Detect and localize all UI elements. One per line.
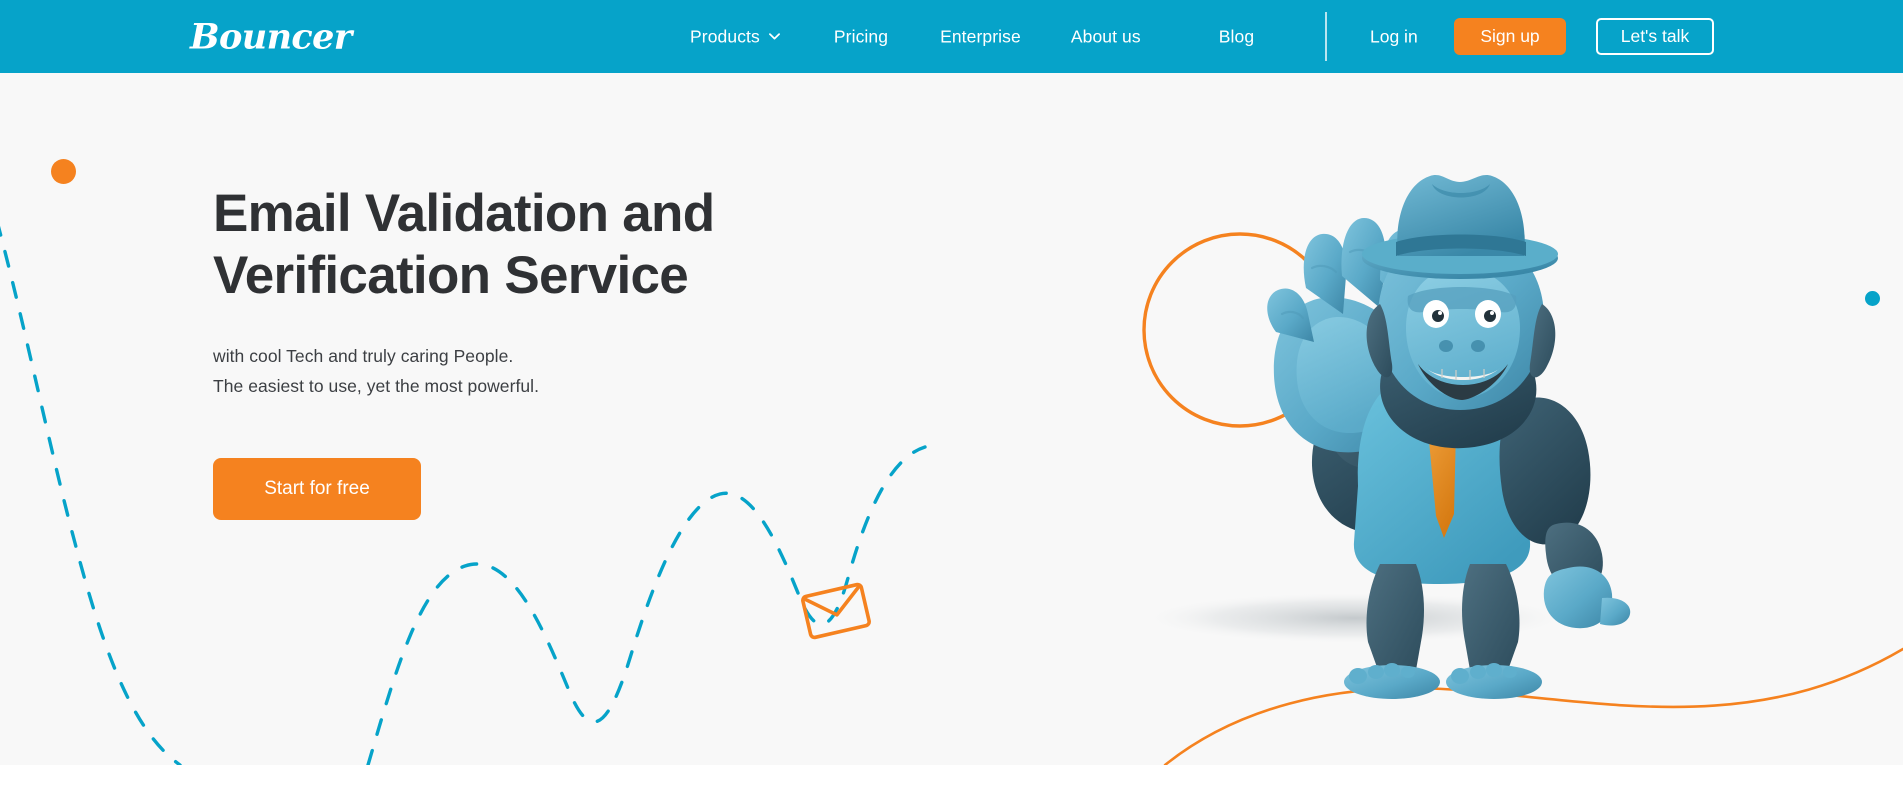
chevron-down-icon bbox=[768, 32, 780, 43]
lets-talk-button[interactable]: Let's talk bbox=[1596, 18, 1714, 55]
nav-item-pricing[interactable]: Pricing bbox=[834, 26, 888, 47]
cyan-dashed-wave bbox=[366, 445, 927, 765]
cyan-dashed-curve bbox=[0, 225, 182, 765]
start-for-free-button[interactable]: Start for free bbox=[213, 458, 421, 520]
envelope-icon bbox=[801, 582, 871, 640]
nav-item-products[interactable]: Products bbox=[690, 26, 780, 47]
hero-subtitle-line-2: The easiest to use, yet the most powerfu… bbox=[213, 376, 540, 397]
headline-line-1: Email Validation and bbox=[213, 184, 715, 243]
landing-page: Bouncer Products Pricing Enterprise Abou… bbox=[0, 0, 1903, 796]
orange-dot bbox=[51, 159, 76, 184]
nav-item-pricing-label: Pricing bbox=[833, 26, 889, 46]
cyan-dot bbox=[1865, 291, 1880, 306]
headline-line-2: Verification Service bbox=[213, 246, 689, 305]
brand-logo[interactable]: Bouncer bbox=[190, 19, 352, 54]
main-nav-links: Products Pricing Enterprise About us Blo… bbox=[690, 26, 1254, 47]
nav-item-products-label: Products bbox=[690, 26, 760, 46]
hero-subtitle-line-1: with cool Tech and truly caring People. bbox=[213, 346, 514, 366]
nav-divider bbox=[1325, 12, 1327, 61]
nav-item-about-us-label: About us bbox=[1070, 26, 1141, 46]
nav-item-blog-label: Blog bbox=[1218, 26, 1255, 46]
top-navigation-bar: Bouncer Products Pricing Enterprise Abou… bbox=[0, 0, 1903, 73]
hero-copy: Email Validation and Verification Servic… bbox=[213, 183, 973, 520]
nav-item-enterprise-label: Enterprise bbox=[940, 26, 1021, 46]
nav-item-about-us[interactable]: About us bbox=[1071, 26, 1141, 47]
hero-section: Email Validation and Verification Servic… bbox=[0, 73, 1903, 765]
hero-subtitle: with cool Tech and truly caring People. … bbox=[213, 341, 973, 401]
page-title: Email Validation and Verification Servic… bbox=[213, 183, 973, 307]
nav-item-enterprise[interactable]: Enterprise bbox=[940, 26, 1021, 47]
gorilla-mascot bbox=[1140, 118, 1700, 718]
nav-item-blog[interactable]: Blog bbox=[1219, 26, 1254, 47]
login-link[interactable]: Log in bbox=[1370, 26, 1418, 47]
page-bottom-strip bbox=[0, 765, 1903, 796]
sign-up-button[interactable]: Sign up bbox=[1454, 18, 1566, 55]
